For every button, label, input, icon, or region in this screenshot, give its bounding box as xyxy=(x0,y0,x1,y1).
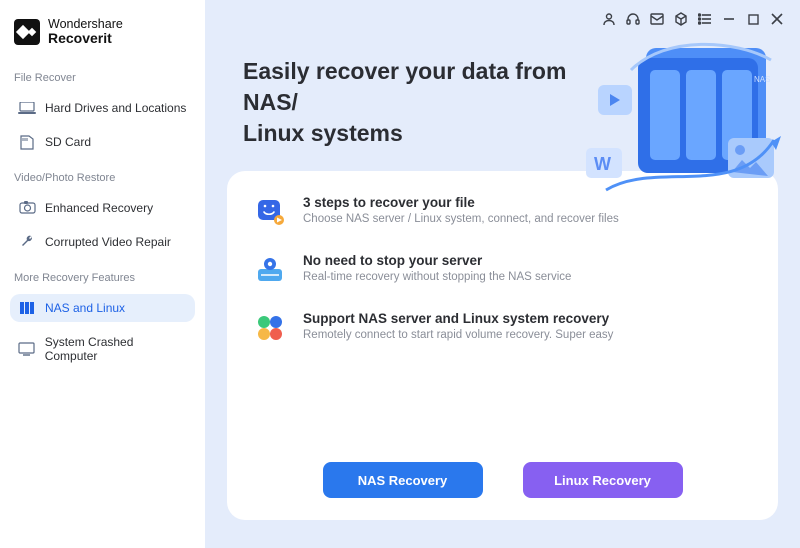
feature-title: No need to stop your server xyxy=(303,253,571,268)
wrench-icon xyxy=(18,235,36,249)
list-icon[interactable] xyxy=(696,10,714,28)
sidebar-item-system-crashed[interactable]: System Crashed Computer xyxy=(10,328,195,370)
feature-row-support: Support NAS server and Linux system reco… xyxy=(255,311,750,343)
minimize-icon[interactable] xyxy=(720,10,738,28)
titlebar xyxy=(205,0,800,28)
hero-line1: Easily recover your data from NAS/ xyxy=(243,58,566,115)
nas-recovery-button[interactable]: NAS Recovery xyxy=(323,462,483,498)
app-logo: Wondershare Recoverit xyxy=(10,14,195,56)
sidebar-item-label: NAS and Linux xyxy=(45,301,125,315)
mail-icon[interactable] xyxy=(648,10,666,28)
user-icon[interactable] xyxy=(600,10,618,28)
logo-brand2: Recoverit xyxy=(48,31,123,46)
logo-icon xyxy=(14,19,40,45)
svg-text:NAS: NAS xyxy=(754,75,770,84)
linux-recovery-button[interactable]: Linux Recovery xyxy=(523,462,683,498)
server-live-icon xyxy=(255,255,285,285)
logo-text: Wondershare Recoverit xyxy=(48,18,123,46)
feature-card: 3 steps to recover your file Choose NAS … xyxy=(227,171,778,520)
section-more-features: More Recovery Features xyxy=(10,262,195,288)
sidebar-item-hard-drives[interactable]: Hard Drives and Locations xyxy=(10,94,195,122)
sidebar: Wondershare Recoverit File Recover Hard … xyxy=(0,0,205,548)
camera-icon xyxy=(18,201,36,215)
section-video-restore: Video/Photo Restore xyxy=(10,162,195,188)
sidebar-item-label: SD Card xyxy=(45,135,91,149)
monitor-icon xyxy=(18,342,36,356)
main-panel: Easily recover your data from NAS/ Linux… xyxy=(205,0,800,548)
sidebar-item-enhanced-recovery[interactable]: Enhanced Recovery xyxy=(10,194,195,222)
colored-dots-icon xyxy=(255,313,285,343)
feature-title: Support NAS server and Linux system reco… xyxy=(303,311,613,326)
feature-title: 3 steps to recover your file xyxy=(303,195,619,210)
nas-icon xyxy=(18,301,36,315)
page-title: Easily recover your data from NAS/ Linux… xyxy=(205,28,625,157)
feature-row-server: No need to stop your server Real-time re… xyxy=(255,253,750,285)
sidebar-item-label: Corrupted Video Repair xyxy=(45,235,171,249)
maximize-icon[interactable] xyxy=(744,10,762,28)
sidebar-item-label: Hard Drives and Locations xyxy=(45,101,186,115)
close-icon[interactable] xyxy=(768,10,786,28)
sd-card-icon xyxy=(18,135,36,149)
headset-icon[interactable] xyxy=(624,10,642,28)
hero-line2: Linux systems xyxy=(243,120,403,146)
sidebar-item-nas-linux[interactable]: NAS and Linux xyxy=(10,294,195,322)
sidebar-item-label: System Crashed Computer xyxy=(45,335,187,363)
button-row: NAS Recovery Linux Recovery xyxy=(255,456,750,498)
feature-sub: Remotely connect to start rapid volume r… xyxy=(303,329,613,341)
sidebar-item-corrupted-video[interactable]: Corrupted Video Repair xyxy=(10,228,195,256)
laptop-icon xyxy=(18,101,36,115)
file-play-icon xyxy=(255,197,285,227)
svg-text:W: W xyxy=(594,154,611,174)
sidebar-item-sd-card[interactable]: SD Card xyxy=(10,128,195,156)
cube-icon[interactable] xyxy=(672,10,690,28)
sidebar-item-label: Enhanced Recovery xyxy=(45,201,153,215)
feature-sub: Real-time recovery without stopping the … xyxy=(303,271,571,283)
feature-sub: Choose NAS server / Linux system, connec… xyxy=(303,213,619,225)
section-file-recover: File Recover xyxy=(10,62,195,88)
hero-illustration: NAS W xyxy=(586,30,786,205)
